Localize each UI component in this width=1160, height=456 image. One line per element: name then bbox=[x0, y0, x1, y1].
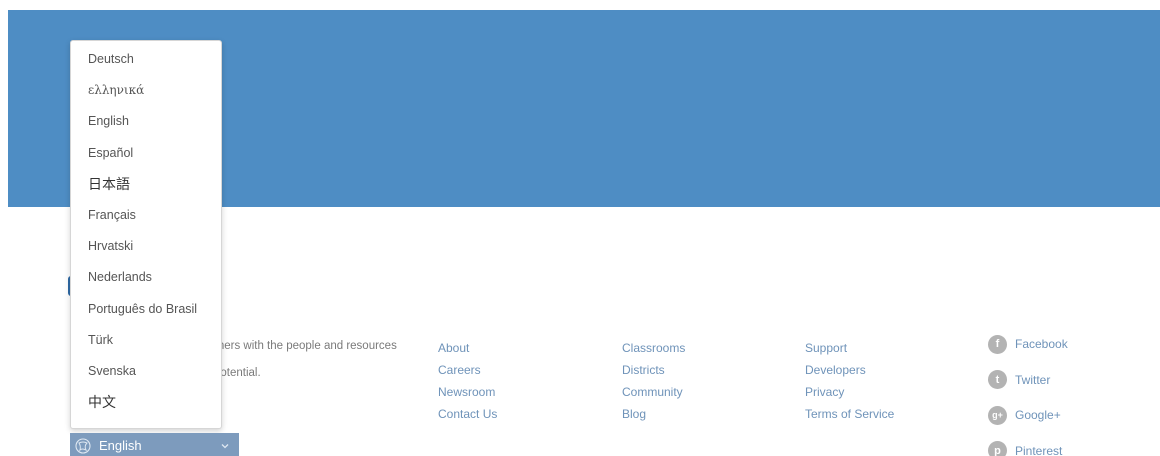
footer-link-districts[interactable]: Districts bbox=[622, 359, 685, 381]
social-twitter-label: Twitter bbox=[1015, 372, 1051, 387]
social-facebook[interactable]: f Facebook bbox=[988, 334, 1068, 354]
social-twitter[interactable]: t Twitter bbox=[988, 370, 1068, 390]
footer-link-terms-of-service[interactable]: Terms of Service bbox=[805, 403, 894, 425]
language-option-portugues-brasil[interactable]: Português do Brasil bbox=[71, 298, 221, 329]
footer-links-company: About Careers Newsroom Contact Us bbox=[438, 337, 497, 425]
social-links: f Facebook t Twitter g+ Google+ p Pinter… bbox=[988, 334, 1068, 456]
footer-link-careers[interactable]: Careers bbox=[438, 359, 497, 381]
social-pinterest[interactable]: p Pinterest bbox=[988, 441, 1068, 456]
language-option-espanol[interactable]: Español bbox=[71, 142, 221, 173]
language-option-nederlands[interactable]: Nederlands bbox=[71, 266, 221, 297]
language-option-francais[interactable]: Français bbox=[71, 204, 221, 235]
footer-link-contact-us[interactable]: Contact Us bbox=[438, 403, 497, 425]
footer-links-product: Classrooms Districts Community Blog bbox=[622, 337, 685, 425]
chevron-down-icon bbox=[221, 444, 229, 449]
footer-link-classrooms[interactable]: Classrooms bbox=[622, 337, 685, 359]
language-selector-value: English bbox=[99, 438, 142, 453]
footer-link-blog[interactable]: Blog bbox=[622, 403, 685, 425]
language-option-japanese[interactable]: 日本語 bbox=[71, 173, 221, 204]
language-option-greek[interactable]: ελληνικά bbox=[71, 79, 221, 110]
language-selector-button[interactable]: English bbox=[70, 433, 239, 456]
globe-icon bbox=[75, 437, 91, 454]
social-facebook-label: Facebook bbox=[1015, 337, 1068, 351]
facebook-icon: f bbox=[988, 334, 1007, 354]
language-option-svenska[interactable]: Svenska bbox=[71, 360, 221, 391]
footer-link-newsroom[interactable]: Newsroom bbox=[438, 381, 497, 403]
social-pinterest-label: Pinterest bbox=[1015, 443, 1063, 456]
footer-link-community[interactable]: Community bbox=[622, 381, 685, 403]
twitter-icon: t bbox=[988, 370, 1007, 389]
language-option-chinese[interactable]: 中文 bbox=[71, 391, 221, 422]
google-plus-icon: g+ bbox=[988, 405, 1007, 425]
footer-link-developers[interactable]: Developers bbox=[805, 359, 894, 381]
social-google-plus[interactable]: g+ Google+ bbox=[988, 405, 1068, 425]
language-dropdown-menu: Deutsch ελληνικά English Español 日本語 Fra… bbox=[70, 40, 222, 429]
language-option-deutsch[interactable]: Deutsch bbox=[71, 48, 221, 79]
social-google-plus-label: Google+ bbox=[1015, 408, 1061, 422]
pinterest-icon: p bbox=[988, 441, 1007, 456]
footer-link-about[interactable]: About bbox=[438, 337, 497, 359]
footer-link-privacy[interactable]: Privacy bbox=[805, 381, 894, 403]
language-option-turk[interactable]: Türk bbox=[71, 329, 221, 360]
language-option-english[interactable]: English bbox=[71, 110, 221, 141]
footer-links-help: Support Developers Privacy Terms of Serv… bbox=[805, 337, 894, 425]
footer-link-support[interactable]: Support bbox=[805, 337, 894, 359]
language-option-hrvatski[interactable]: Hrvatski bbox=[71, 235, 221, 266]
